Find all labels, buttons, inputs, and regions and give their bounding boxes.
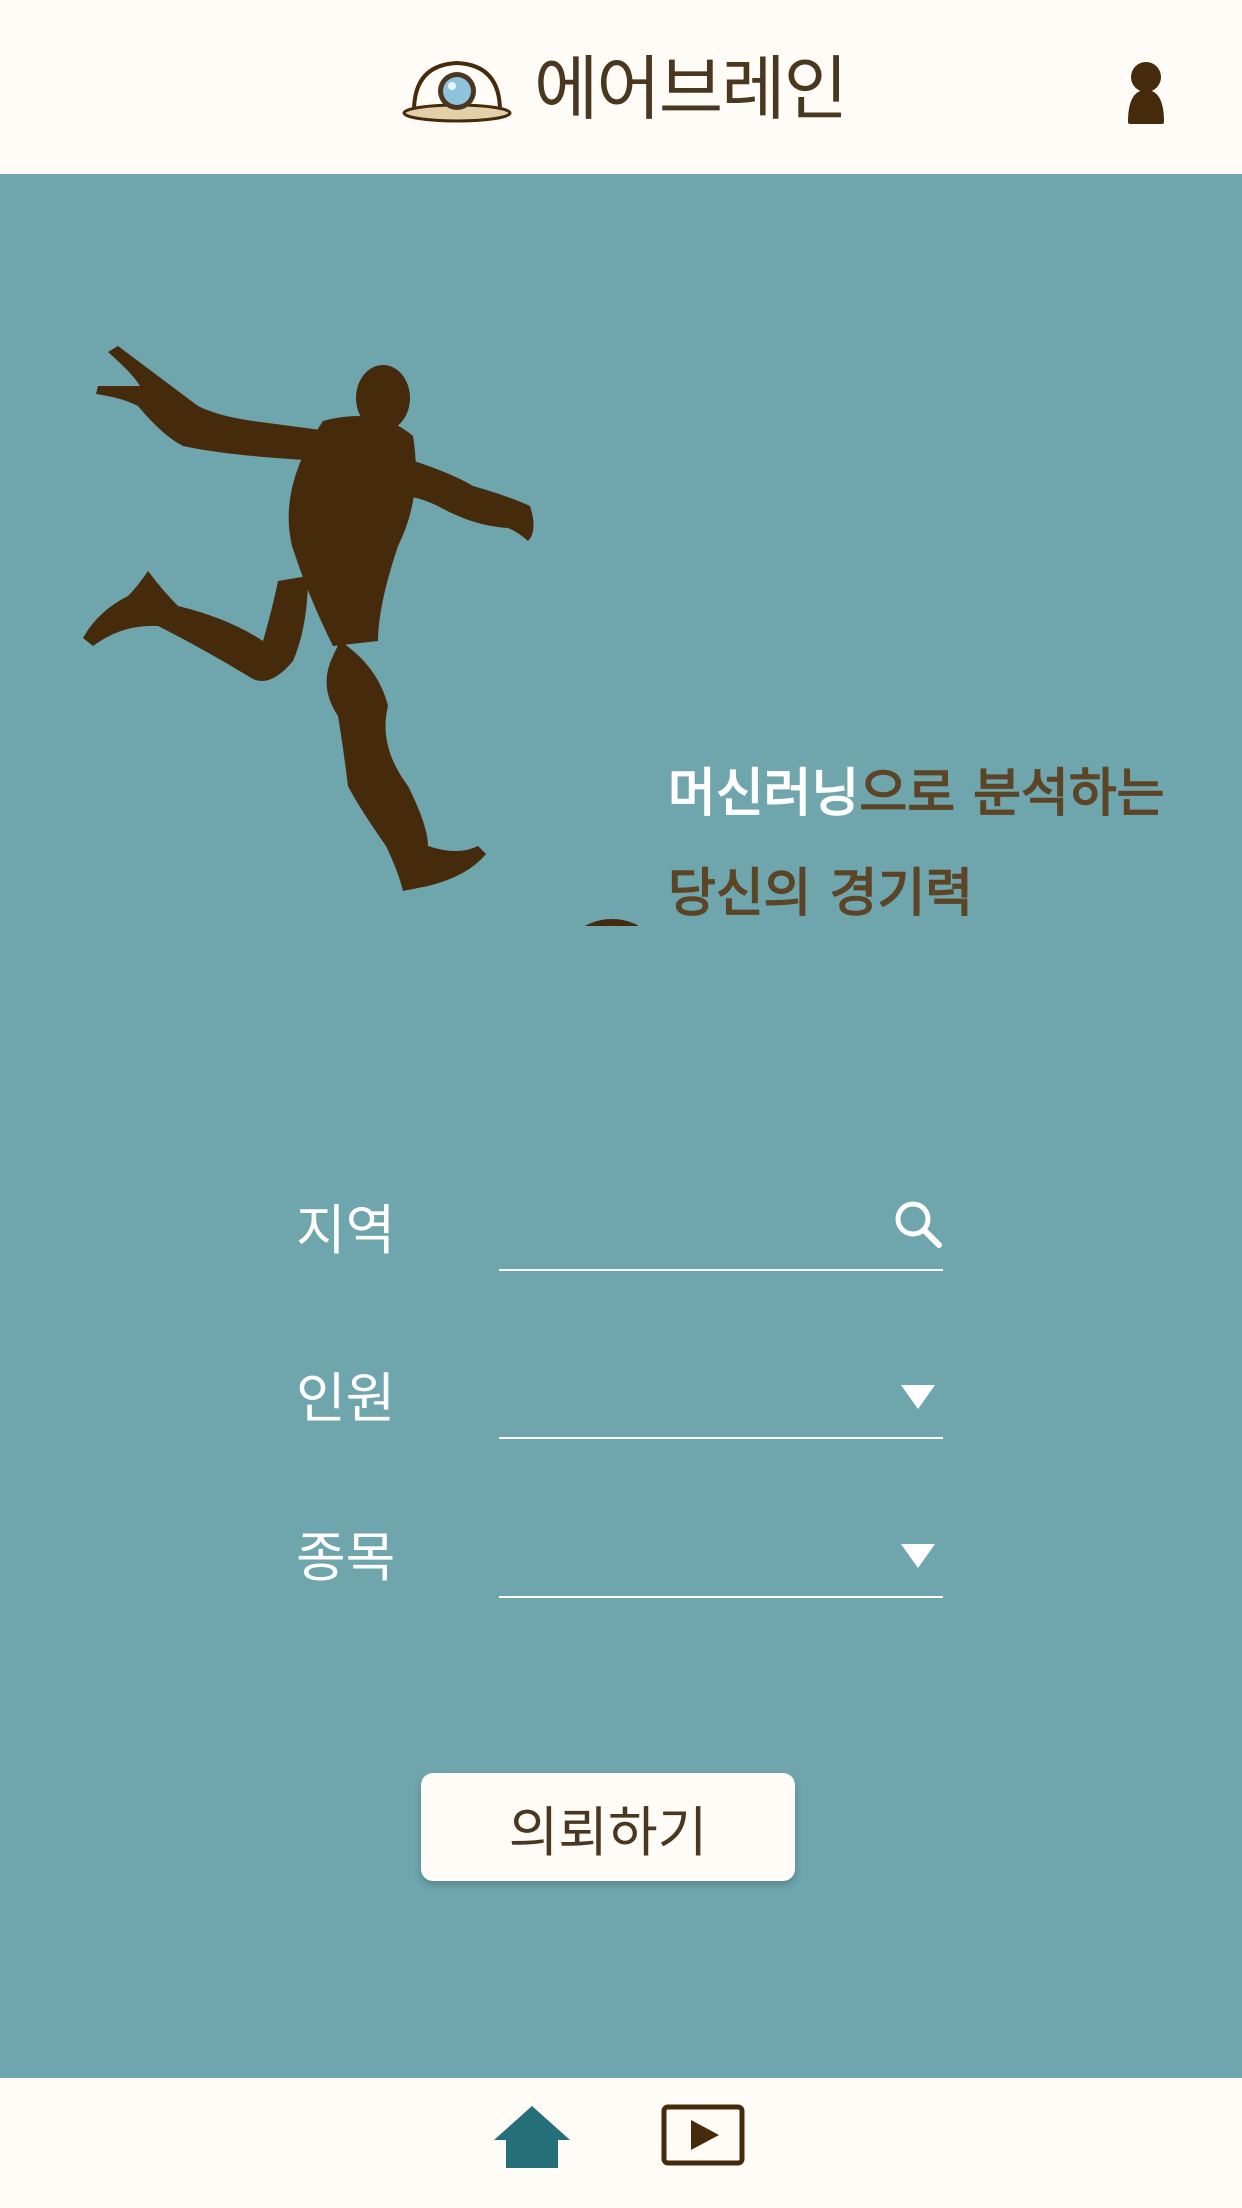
- main-content: 머신러닝으로 분석하는 당신의 경기력 지역 인원 종목 의뢰하기: [0, 174, 1242, 2078]
- top-header: 에어브레인: [0, 0, 1242, 174]
- sport-select[interactable]: [499, 1518, 943, 1598]
- sport-label: 종목: [296, 1526, 396, 1589]
- sport-row: 종목: [296, 1518, 946, 1598]
- people-row: 인원: [296, 1359, 946, 1439]
- request-button[interactable]: 의뢰하기: [421, 1773, 795, 1881]
- tagline-highlight: 머신러닝: [668, 764, 860, 824]
- people-select[interactable]: [499, 1359, 943, 1439]
- chevron-down-icon: [901, 1544, 935, 1568]
- home-icon[interactable]: [494, 2104, 570, 2170]
- helmet-eye-logo-icon: [402, 60, 512, 123]
- region-label: 지역: [296, 1199, 396, 1262]
- people-label: 인원: [296, 1367, 396, 1430]
- tagline-line-2: 당신의 경기력: [668, 864, 974, 924]
- user-icon[interactable]: [1122, 60, 1170, 124]
- soccer-player-illustration: [83, 346, 638, 926]
- tagline-rest: 으로 분석하는: [859, 764, 1165, 824]
- bottom-nav: [0, 2078, 1242, 2208]
- search-icon[interactable]: [893, 1199, 943, 1251]
- app-title: 에어브레인: [534, 48, 848, 130]
- tagline-line-1: 머신러닝으로 분석하는: [668, 744, 1165, 844]
- region-row: 지역: [296, 1191, 946, 1271]
- region-field[interactable]: [499, 1191, 943, 1271]
- region-input[interactable]: [499, 1191, 871, 1267]
- tagline: 머신러닝으로 분석하는 당신의 경기력: [668, 744, 1165, 944]
- chevron-down-icon: [901, 1385, 935, 1409]
- app-logo[interactable]: 에어브레인: [400, 44, 848, 134]
- video-play-icon[interactable]: [661, 2104, 745, 2166]
